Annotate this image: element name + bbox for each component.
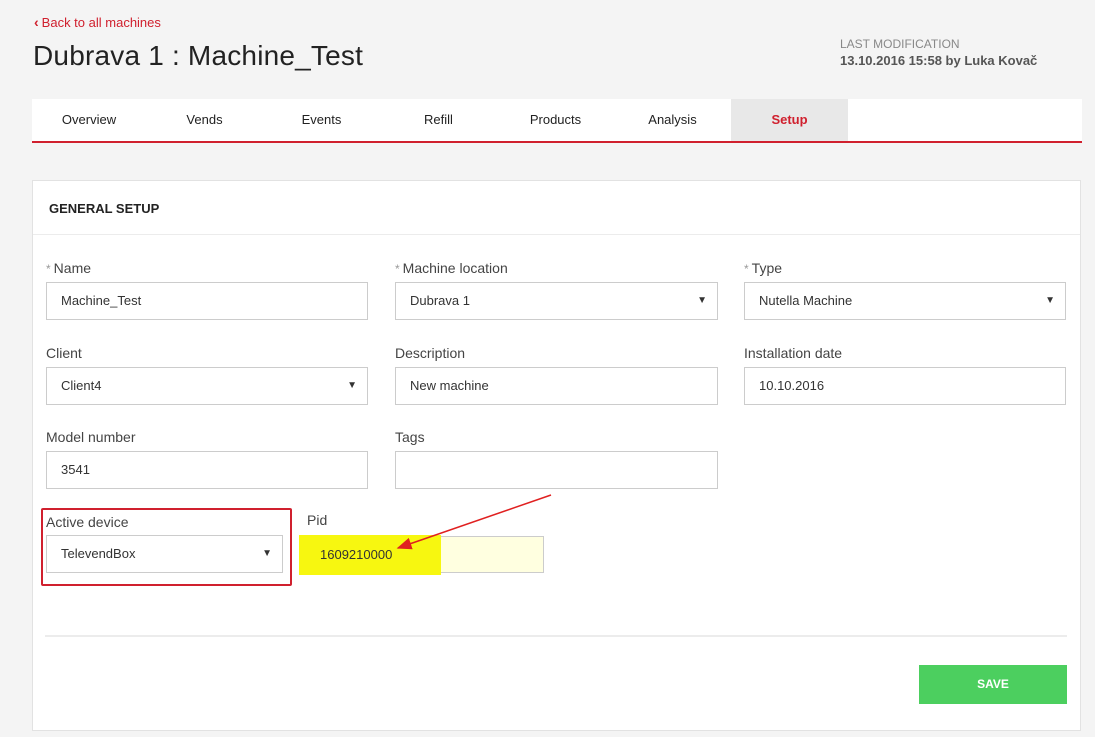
- active-device-value: TelevendBox: [61, 546, 136, 561]
- machine-location-value: Dubrava 1: [410, 293, 470, 308]
- tab-bar: Overview Vends Events Refill Products An…: [32, 99, 1082, 143]
- machine-location-select[interactable]: Dubrava 1 ▼: [395, 282, 718, 320]
- machine-location-label: * Machine location: [395, 260, 508, 276]
- description-input[interactable]: New machine: [395, 367, 718, 405]
- installation-date-label: Installation date: [744, 345, 843, 361]
- last-modification: LAST MODIFICATION 13.10.2016 15:58 by Lu…: [840, 37, 1037, 68]
- type-value: Nutella Machine: [759, 293, 853, 308]
- back-link-label: Back to all machines: [41, 15, 161, 30]
- required-mark: *: [395, 262, 400, 276]
- caret-down-icon: ▼: [697, 295, 707, 306]
- card-title: GENERAL SETUP: [33, 181, 1080, 235]
- tab-setup[interactable]: Setup: [731, 99, 848, 141]
- last-modification-label: LAST MODIFICATION: [840, 37, 960, 51]
- caret-down-icon: ▼: [347, 380, 357, 391]
- type-select[interactable]: Nutella Machine ▼: [744, 282, 1066, 320]
- chevron-left-icon: ‹: [34, 14, 39, 30]
- client-value: Client4: [61, 378, 102, 393]
- caret-down-icon: ▼: [262, 548, 272, 559]
- tab-overview[interactable]: Overview: [32, 99, 146, 141]
- back-link[interactable]: ‹ Back to all machines: [34, 14, 161, 30]
- tags-input[interactable]: [395, 451, 718, 489]
- required-mark: *: [46, 262, 51, 276]
- save-button[interactable]: SAVE: [919, 665, 1067, 704]
- caret-down-icon: ▼: [1045, 295, 1055, 306]
- tags-label: Tags: [395, 429, 425, 445]
- name-input[interactable]: Machine_Test: [46, 282, 368, 320]
- client-label: Client: [46, 345, 82, 361]
- installation-date-input[interactable]: 10.10.2016: [744, 367, 1066, 405]
- required-mark: *: [744, 262, 749, 276]
- tab-analysis[interactable]: Analysis: [614, 99, 731, 141]
- general-setup-card: GENERAL SETUP * Name Machine_Test * Machin…: [32, 180, 1081, 731]
- model-number-label: Model number: [46, 429, 136, 445]
- client-select[interactable]: Client4 ▼: [46, 367, 368, 405]
- name-label: * Name: [46, 260, 92, 276]
- tab-vends[interactable]: Vends: [146, 99, 263, 141]
- type-label: * Type: [744, 260, 783, 276]
- pid-label: Pid: [307, 512, 328, 528]
- active-device-label: Active device: [46, 514, 129, 530]
- tab-products[interactable]: Products: [497, 99, 614, 141]
- model-number-input[interactable]: 3541: [46, 451, 368, 489]
- tab-events[interactable]: Events: [263, 99, 380, 141]
- page-title: Dubrava 1 : Machine_Test: [33, 40, 364, 71]
- divider: [45, 635, 1067, 637]
- active-device-select[interactable]: TelevendBox ▼: [46, 535, 283, 573]
- description-label: Description: [395, 345, 466, 361]
- tab-refill[interactable]: Refill: [380, 99, 497, 141]
- pid-value: 1609210000: [320, 547, 393, 562]
- last-modification-value: 13.10.2016 15:58 by Luka Kovač: [840, 53, 1038, 68]
